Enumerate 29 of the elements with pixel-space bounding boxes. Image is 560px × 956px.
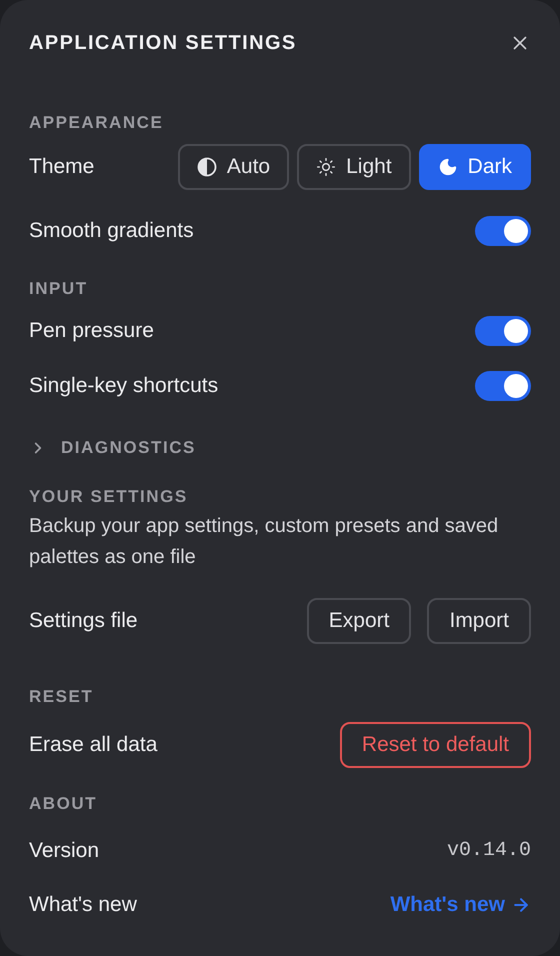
section-description: Backup your app settings, custom presets and saved palettes as one file <box>29 514 500 570</box>
setting-label: Single-key shortcuts <box>29 372 218 399</box>
dialog-title: APPLICATION SETTINGS <box>29 31 297 56</box>
toggle-switch[interactable] <box>475 216 531 246</box>
version-value: v0.14.0 <box>446 838 531 864</box>
toggle-switch[interactable] <box>475 316 531 346</box>
section-heading: INPUT <box>29 278 88 300</box>
sun-icon <box>316 157 336 177</box>
theme-option[interactable]: Auto <box>178 144 290 190</box>
section-heading: YOUR SETTINGS <box>29 486 188 508</box>
section-heading: APPEARANCE <box>29 112 164 134</box>
setting-label: Smooth gradients <box>29 218 194 244</box>
theme-option[interactable]: Dark <box>418 144 531 190</box>
diagnostics-toggle[interactable]: DIAGNOSTICS <box>29 426 531 470</box>
file-button[interactable]: Export <box>306 598 412 644</box>
setting-label: What's new <box>29 892 137 918</box>
toggle-switch[interactable] <box>475 370 531 400</box>
reset-button[interactable]: Reset to default <box>340 722 531 768</box>
moon-icon <box>438 157 458 177</box>
setting-label: Settings file <box>29 608 138 634</box>
setting-label: Version <box>29 838 100 864</box>
setting-label: Theme <box>29 154 94 180</box>
file-button[interactable]: Import <box>427 598 531 644</box>
section-heading: ABOUT <box>29 793 98 816</box>
theme-option[interactable]: Light <box>297 144 411 190</box>
section-heading: RESET <box>29 686 94 708</box>
setting-label: Pen pressure <box>29 318 154 344</box>
setting-label: Erase all data <box>29 732 158 758</box>
contrast-icon <box>196 157 217 177</box>
